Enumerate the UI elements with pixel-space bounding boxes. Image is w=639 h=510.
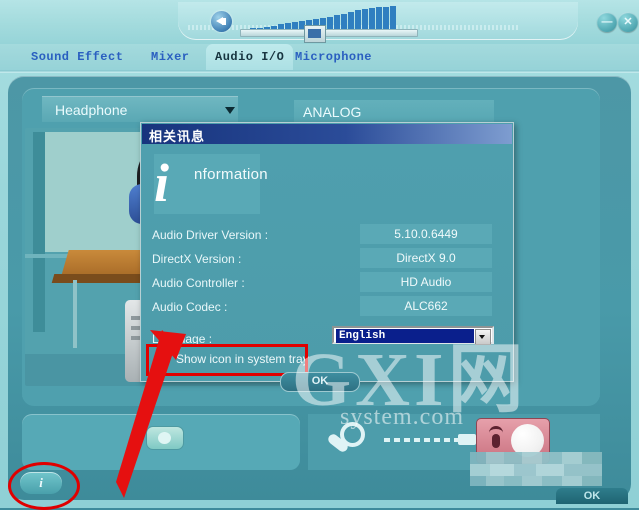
tab-bar: Sound Effect Mixer Audio I/O Microphone [0,44,639,72]
playback-device-value: Headphone [55,102,128,118]
window-ok-label: OK [583,490,601,502]
language-select[interactable]: English [332,326,494,345]
tab-mixer[interactable]: Mixer [142,44,199,70]
desk-leg-left [73,280,77,348]
plug-connector-icon [324,420,368,460]
tab-audio-io[interactable]: Audio I/O [206,44,294,70]
line-out-jack-icon[interactable] [146,426,184,450]
audio-controller-value: HD Audio [360,272,492,292]
minimize-icon: — [601,16,613,28]
illustration-wall-side [33,132,45,332]
information-dialog: 相关讯息 i nformation Audio Driver Version :… [140,122,524,430]
information-header [154,154,260,214]
language-selected-value: English [336,329,474,343]
playback-device-select[interactable]: Headphone [42,96,238,122]
directx-version-value: DirectX 9.0 [360,248,492,268]
volume-slider-track[interactable] [240,29,418,37]
analog-label-text: ANALOG [303,104,362,120]
dialog-ok-label: OK [311,375,329,387]
audio-codec-label: Audio Codec : [152,300,228,314]
red-callout-ellipse [8,462,80,510]
dialog-body: i nformation Audio Driver Version : 5.10… [142,144,524,430]
minimize-button[interactable]: — [597,12,617,32]
information-i-icon: i [154,153,170,213]
tab-bar-divider [0,70,639,73]
window-titlebar: — ✕ [0,0,639,44]
blurred-region [470,452,602,486]
front-panel-jacks-pane [22,414,300,470]
tab-microphone[interactable]: Microphone [286,44,381,70]
close-icon: ✕ [623,16,633,28]
chevron-down-icon[interactable] [225,107,235,114]
chevron-down-icon[interactable] [475,329,491,345]
information-header-label: nformation [194,166,268,183]
red-callout-box [146,344,308,376]
dialog-ok-button[interactable]: OK [280,372,360,392]
cable-plug-icon [458,434,476,445]
dialog-title: 相关讯息 [149,130,206,145]
cable-dashes-icon [384,438,458,442]
close-button[interactable]: ✕ [618,12,638,32]
audio-codec-value: ALC662 [360,296,492,316]
volume-slider-thumb[interactable] [304,25,326,43]
audio-driver-version-value: 5.10.0.6449 [360,224,492,244]
audio-controller-label: Audio Controller : [152,276,245,290]
analog-section-label: ANALOG [294,100,494,124]
tab-sound-effect[interactable]: Sound Effect [22,44,132,70]
speaker-icon[interactable] [211,11,232,32]
realtek-audio-manager-window: — ✕ Sound Effect Mixer Audio I/O Microph… [0,0,639,510]
directx-version-label: DirectX Version : [152,252,242,266]
audio-driver-version-label: Audio Driver Version : [152,228,269,242]
dialog-titlebar: 相关讯息 [142,124,512,145]
window-ok-button[interactable]: OK [556,488,628,504]
